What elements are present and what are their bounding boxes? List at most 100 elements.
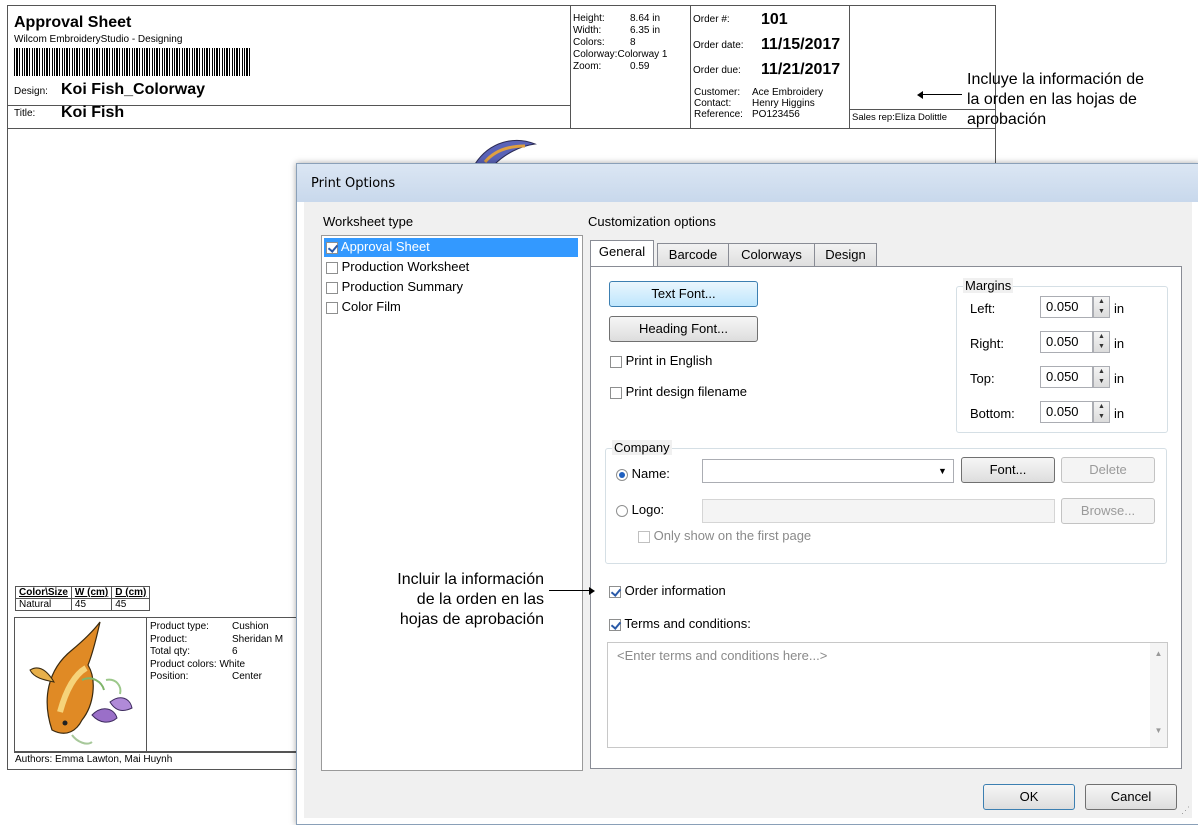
divider — [14, 751, 296, 752]
tab-barcode[interactable]: Barcode — [657, 243, 729, 267]
terms-placeholder: <Enter terms and conditions here...> — [617, 648, 828, 663]
annotation-line: Incluir la información — [397, 571, 544, 588]
customer-label: Customer: — [694, 87, 741, 98]
terms-textarea[interactable]: <Enter terms and conditions here...> ▲ ▼ — [607, 642, 1168, 748]
checkbox-icon[interactable] — [326, 301, 338, 314]
checkbox-icon[interactable] — [326, 281, 338, 294]
arrow-up-icon[interactable]: ▲ — [1094, 367, 1109, 377]
annotation-line: aprobación — [967, 111, 1047, 128]
arrow-head-icon — [589, 587, 595, 595]
worksheet-production-summary: Production Summary — [341, 279, 464, 294]
arrow-down-icon[interactable]: ▼ — [1094, 307, 1109, 317]
radio-icon[interactable] — [616, 504, 628, 517]
width-value: 6.35 in — [630, 25, 661, 36]
checkbox-icon[interactable] — [610, 386, 622, 399]
koi-fish-image — [29, 621, 133, 745]
annotation-line: Incluye la información de — [967, 71, 1144, 88]
unit-label: in — [1114, 336, 1125, 351]
margin-top-input[interactable]: 0.050 — [1040, 366, 1093, 388]
checkbox-checked-icon[interactable] — [326, 241, 338, 254]
heading-font-button[interactable]: Heading Font... — [609, 316, 758, 342]
print-english-label: Print in English — [625, 353, 713, 368]
list-item[interactable]: Production Summary — [326, 279, 463, 294]
margin-left-input[interactable]: 0.050 — [1040, 296, 1093, 318]
list-item[interactable]: Color Film — [326, 299, 401, 314]
cancel-button[interactable]: Cancel — [1085, 784, 1177, 810]
resize-grip-icon[interactable]: ⋰ — [1181, 805, 1190, 816]
margin-left-spinner[interactable]: ▲ ▼ — [1093, 296, 1110, 318]
logo-radio-option[interactable]: Logo: — [616, 502, 664, 517]
browse-button[interactable]: Browse... — [1061, 498, 1155, 524]
height-value: 8.64 in — [630, 13, 661, 24]
margin-right-spinner[interactable]: ▲ ▼ — [1093, 331, 1110, 353]
radio-selected-icon[interactable] — [616, 468, 628, 481]
margin-top-label: Top: — [970, 371, 995, 386]
table-cell: 45 — [70, 598, 113, 611]
delete-button[interactable]: Delete — [1061, 457, 1155, 483]
ok-button[interactable]: OK — [983, 784, 1075, 810]
arrow-up-icon[interactable]: ▲ — [1094, 332, 1109, 342]
title-bar[interactable]: Print Options — [297, 164, 1198, 202]
checkbox-checked-icon[interactable] — [609, 585, 621, 598]
arrow-up-icon[interactable]: ▲ — [1094, 402, 1109, 412]
logo-path-input[interactable] — [702, 499, 1055, 523]
colors-value: 8 — [630, 37, 636, 48]
terms-option[interactable]: Terms and conditions: — [609, 616, 751, 631]
print-filename-option[interactable]: Print design filename — [610, 384, 747, 399]
arrow-down-icon[interactable]: ▼ — [1094, 412, 1109, 422]
order-date-label: Order date: — [693, 40, 744, 51]
colors-label: Colors: — [573, 37, 605, 48]
customer-info: Customer: Ace Embroidery Contact: Henry Hi… — [694, 87, 823, 120]
arrow-up-icon[interactable]: ▲ — [1094, 297, 1109, 307]
list-item[interactable]: Production Worksheet — [326, 259, 469, 274]
annotation-top-right: Incluye la información de la orden en la… — [967, 70, 1144, 130]
only-first-page-label: Only show on the first page — [653, 528, 812, 543]
company-name-select[interactable] — [702, 459, 954, 483]
checkbox-icon[interactable] — [326, 261, 338, 274]
order-information-label: Order information — [624, 583, 726, 598]
margin-bottom-input[interactable]: 0.050 — [1040, 401, 1093, 423]
checkbox-icon[interactable] — [638, 530, 650, 543]
margin-top-spinner[interactable]: ▲ ▼ — [1093, 366, 1110, 388]
table-cell: Natural — [15, 598, 72, 611]
zoom-label: Zoom: — [573, 61, 602, 72]
tab-colorways[interactable]: Colorways — [728, 243, 815, 267]
scrollbar[interactable]: ▲ ▼ — [1150, 643, 1167, 747]
checkbox-checked-icon[interactable] — [609, 618, 621, 631]
margin-bottom-spinner[interactable]: ▲ ▼ — [1093, 401, 1110, 423]
name-radio-option[interactable]: Name: — [616, 466, 670, 481]
print-english-option[interactable]: Print in English — [610, 353, 712, 368]
company-font-button[interactable]: Font... — [961, 457, 1055, 483]
contact-label: Contact: — [694, 98, 732, 109]
annotation-line: de la orden en las — [416, 591, 544, 608]
text-font-button[interactable]: Text Font... — [609, 281, 758, 307]
annotation-left: Incluir la información de la orden en la… — [348, 570, 544, 630]
scroll-up-icon[interactable]: ▲ — [1150, 649, 1167, 658]
scroll-down-icon[interactable]: ▼ — [1150, 726, 1167, 735]
chevron-down-icon[interactable]: ▼ — [938, 466, 947, 476]
only-first-page-option[interactable]: Only show on the first page — [638, 528, 811, 543]
terms-label: Terms and conditions: — [624, 616, 751, 631]
sheet-subtitle: Wilcom EmbroideryStudio - Designing — [14, 34, 183, 45]
arrow-down-icon[interactable]: ▼ — [1094, 342, 1109, 352]
tab-general[interactable]: General — [590, 240, 654, 267]
product-colors-value: White — [219, 658, 246, 670]
zoom-value: 0.59 — [630, 61, 650, 72]
arrow-down-icon[interactable]: ▼ — [1094, 377, 1109, 387]
divider — [570, 6, 571, 128]
margin-right-input[interactable]: 0.050 — [1040, 331, 1093, 353]
worksheet-type-label: Worksheet type — [323, 214, 414, 229]
product-type-value: Cushion — [232, 621, 269, 632]
list-item[interactable]: Approval Sheet — [326, 239, 430, 254]
table-row: Natural 45 45 — [15, 598, 151, 611]
design-stats: Height: 8.64 in Width: 6.35 in Colors: 8 Co… — [573, 13, 683, 73]
worksheet-approval-sheet: Approval Sheet — [340, 239, 430, 254]
reference-value: PO123456 — [752, 109, 800, 120]
design-name: Koi Fish_Colorway — [61, 81, 206, 98]
margins-label: Margins — [963, 278, 1014, 293]
total-qty-value: 6 — [232, 646, 238, 657]
table-row: Color\Size W (cm) D (cm) — [15, 586, 151, 599]
tab-design[interactable]: Design — [814, 243, 877, 267]
order-information-option[interactable]: Order information — [609, 583, 726, 598]
checkbox-icon[interactable] — [610, 355, 622, 368]
